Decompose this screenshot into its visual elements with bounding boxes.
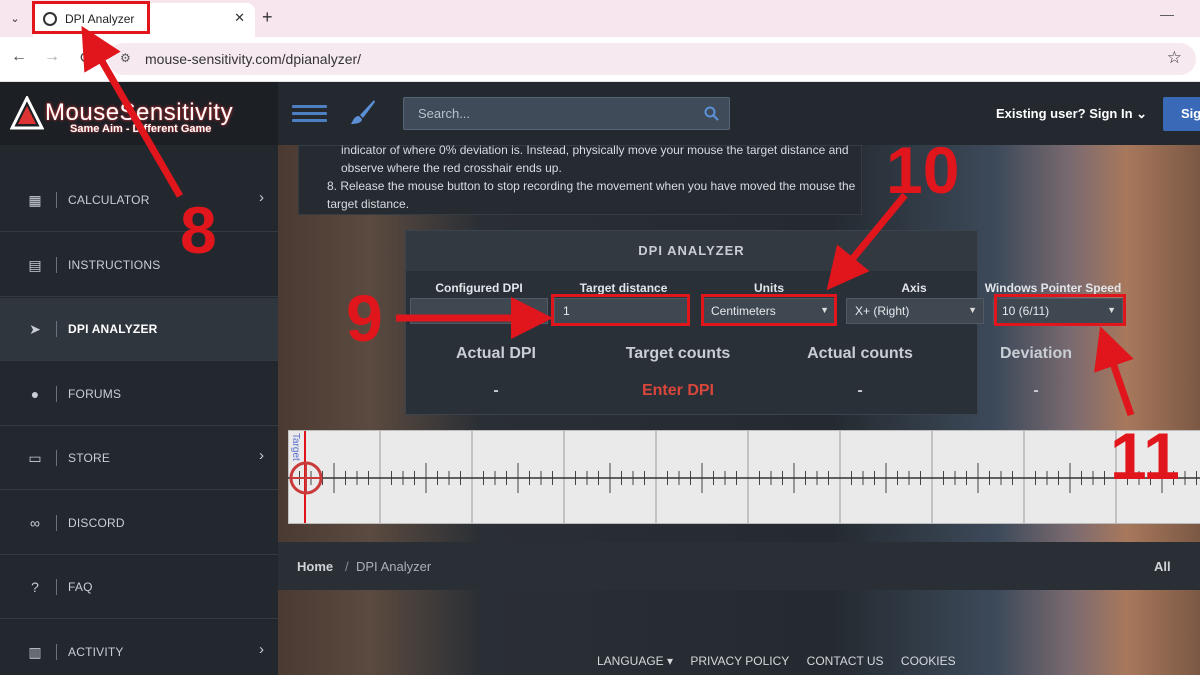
annotation-number-10: 10 bbox=[886, 133, 960, 207]
annotation-number-9: 9 bbox=[346, 281, 383, 355]
annotation-number-11: 11 bbox=[1110, 419, 1180, 493]
annotation-arrows bbox=[81, 25, 1135, 417]
annotation-number-8: 8 bbox=[180, 193, 217, 267]
